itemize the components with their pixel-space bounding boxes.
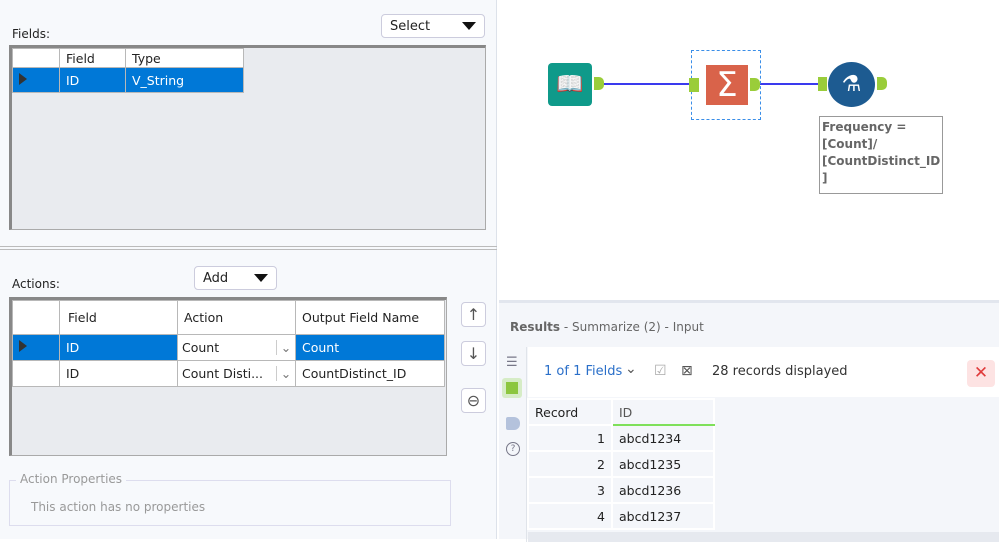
action-properties-text: This action has no properties [31, 500, 206, 514]
metadata-icon[interactable] [506, 417, 520, 430]
col-header-field[interactable]: Field [59, 300, 178, 335]
formula-icon[interactable]: ⚗ [828, 62, 875, 107]
checkbox-icon[interactable]: ☑ [654, 363, 667, 379]
table-row[interactable]: 2 abcd1235 [527, 450, 715, 478]
action-value: Count [182, 340, 220, 355]
output-anchor[interactable] [594, 77, 604, 90]
results-table: Record ID 1 abcd1234 2 abcd1235 3 abcd1236 4… [527, 398, 715, 530]
action-select[interactable]: Count ⌄ [178, 340, 295, 355]
table-row[interactable]: 1 abcd1234 [527, 424, 715, 452]
tool-annotation: Frequency = [Count]/ [CountDistinct_ID ] [819, 116, 943, 194]
record-cell: 3 [527, 476, 613, 504]
record-cell: 1 [527, 424, 613, 452]
chevron-down-icon: ⌄ [276, 366, 295, 381]
close-icon[interactable]: ✕ [967, 360, 995, 387]
dropdown-arrow-icon [254, 274, 268, 282]
output-anchor[interactable] [877, 77, 887, 90]
connector-line [594, 83, 691, 85]
horizontal-scrollbar[interactable] [528, 532, 999, 542]
records-count: 28 records displayed [712, 364, 848, 379]
input-data-icon[interactable]: 📖 [548, 63, 592, 106]
summarize-tool-selected[interactable]: Σ [689, 50, 761, 120]
select-dropdown-label: Select [390, 18, 431, 34]
summarize-icon: Σ [706, 65, 748, 105]
col-header-output[interactable]: Output Field Name [295, 300, 445, 335]
type-cell[interactable]: V_String [125, 67, 244, 93]
add-dropdown-label: Add [203, 270, 229, 286]
results-panel: Results - Summarize (2) - Input ☰ ? 1 of… [499, 300, 999, 542]
row-selector-icon [19, 72, 27, 85]
field-cell[interactable]: ID [59, 334, 178, 361]
chevron-down-icon[interactable]: ⌄ [625, 361, 637, 377]
results-sidebar: ☰ ? [499, 347, 527, 542]
fields-label: Fields: [12, 27, 50, 41]
results-header: Results - Summarize (2) - Input [510, 320, 704, 334]
table-row[interactable]: 3 abcd1236 [527, 476, 715, 504]
help-icon[interactable]: ? [506, 442, 520, 456]
connector-line [756, 83, 823, 85]
table-row[interactable]: 4 abcd1237 [527, 502, 715, 530]
col-header-field[interactable]: Field [59, 48, 126, 68]
results-subtitle: - Summarize (2) - Input [560, 320, 704, 334]
col-header-action[interactable]: Action [177, 300, 296, 335]
actions-label: Actions: [12, 277, 60, 291]
fields-selector[interactable]: 1 of 1 Fields [544, 364, 622, 379]
record-cell: 4 [527, 502, 613, 530]
actions-grid: Field Action Output Field Name ID Count ⌄ Cou… [9, 297, 447, 456]
fields-grid: Field Type ID V_String [9, 45, 486, 230]
col-header-blank [12, 48, 60, 68]
output-cell[interactable]: Count [295, 334, 445, 361]
clear-icon[interactable]: ⊠ [681, 363, 693, 379]
move-down-button[interactable]: ↓ [461, 341, 486, 366]
field-cell[interactable]: ID [59, 67, 126, 93]
input-anchor[interactable] [818, 77, 827, 91]
id-cell[interactable]: abcd1236 [611, 476, 715, 504]
record-cell: 2 [527, 450, 613, 478]
output-cell[interactable]: CountDistinct_ID [295, 360, 445, 387]
splitter[interactable] [0, 246, 497, 250]
add-dropdown[interactable]: Add [194, 266, 277, 290]
move-up-button[interactable]: ↑ [461, 302, 486, 327]
results-title: Results [510, 320, 561, 334]
action-value: Count Disti... [182, 366, 263, 381]
id-cell[interactable]: abcd1237 [611, 502, 715, 530]
configuration-panel: Fields: Select Field Type ID V_String Acti… [0, 0, 497, 539]
list-icon[interactable]: ☰ [506, 355, 518, 370]
col-header-id[interactable]: ID [611, 398, 715, 426]
table-row[interactable]: ID V_String [12, 67, 244, 93]
col-header-record[interactable]: Record [527, 398, 613, 426]
dropdown-arrow-icon [462, 22, 476, 30]
results-toolbar: 1 of 1 Fields ⌄ ☑ ⊠ 28 records displayed… [528, 347, 999, 397]
chevron-down-icon: ⌄ [276, 340, 295, 355]
id-cell[interactable]: abcd1234 [611, 424, 715, 452]
data-view-icon[interactable] [502, 378, 522, 398]
action-properties-group: Action Properties This action has no pro… [9, 472, 451, 526]
action-properties-legend: Action Properties [16, 472, 127, 486]
output-anchor[interactable] [750, 78, 760, 91]
action-select[interactable]: Count Disti... ⌄ [178, 366, 295, 381]
workflow-canvas[interactable]: 📖 Σ ⚗ Frequency = [Count]/ [CountDistinc… [499, 0, 999, 300]
col-header-type[interactable]: Type [125, 48, 244, 68]
table-row[interactable]: ID Count Disti... ⌄ CountDistinct_ID [12, 360, 445, 387]
row-selector-icon [19, 340, 27, 352]
remove-button[interactable]: ⊖ [461, 388, 486, 413]
field-cell[interactable]: ID [59, 360, 178, 387]
col-header-blank [12, 300, 60, 335]
id-cell[interactable]: abcd1235 [611, 450, 715, 478]
select-dropdown[interactable]: Select [381, 14, 485, 38]
input-anchor[interactable] [689, 78, 699, 92]
table-row[interactable]: ID Count ⌄ Count [12, 334, 445, 361]
